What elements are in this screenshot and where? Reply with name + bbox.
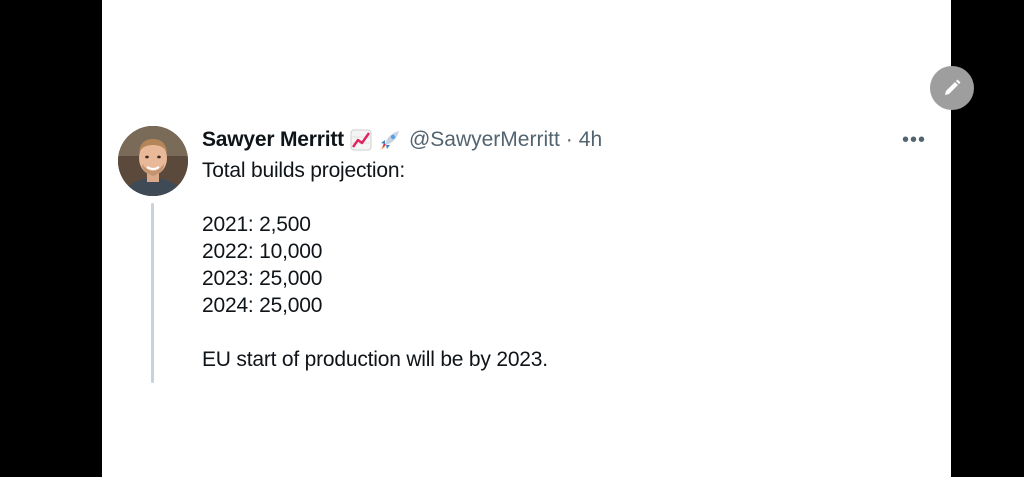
header-separator: · bbox=[565, 128, 573, 151]
tweet-line: 2023: 25,000 bbox=[202, 267, 323, 290]
chart-increasing-icon bbox=[350, 129, 372, 151]
tweet-line: EU start of production will be by 2023. bbox=[202, 348, 548, 371]
compose-button[interactable] bbox=[930, 66, 974, 110]
rocket-icon bbox=[378, 128, 402, 152]
author-handle[interactable]: @SawyerMerritt bbox=[409, 128, 560, 152]
thread-line bbox=[151, 203, 154, 383]
tweet-line: 2021: 2,500 bbox=[202, 213, 311, 236]
tweet-line: 2022: 10,000 bbox=[202, 240, 323, 263]
tweet-timestamp[interactable]: 4h bbox=[579, 128, 602, 152]
tweet-header: Sawyer Merritt @SawyerMerritt · 4h bbox=[202, 126, 602, 154]
avatar[interactable] bbox=[118, 126, 188, 196]
tweet-line: Total builds projection: bbox=[202, 159, 405, 182]
tweet-text: Total builds projection: 2021: 2,500 202… bbox=[202, 157, 892, 373]
pencil-icon bbox=[945, 79, 961, 95]
avatar-photo bbox=[118, 126, 188, 196]
more-options-button[interactable]: ••• bbox=[898, 128, 930, 152]
screen: Sawyer Merritt @SawyerMerritt · 4h ••• T… bbox=[0, 0, 1024, 477]
author-name[interactable]: Sawyer Merritt bbox=[202, 128, 344, 152]
tweet-line: 2024: 25,000 bbox=[202, 294, 323, 317]
more-icon: ••• bbox=[901, 128, 926, 151]
